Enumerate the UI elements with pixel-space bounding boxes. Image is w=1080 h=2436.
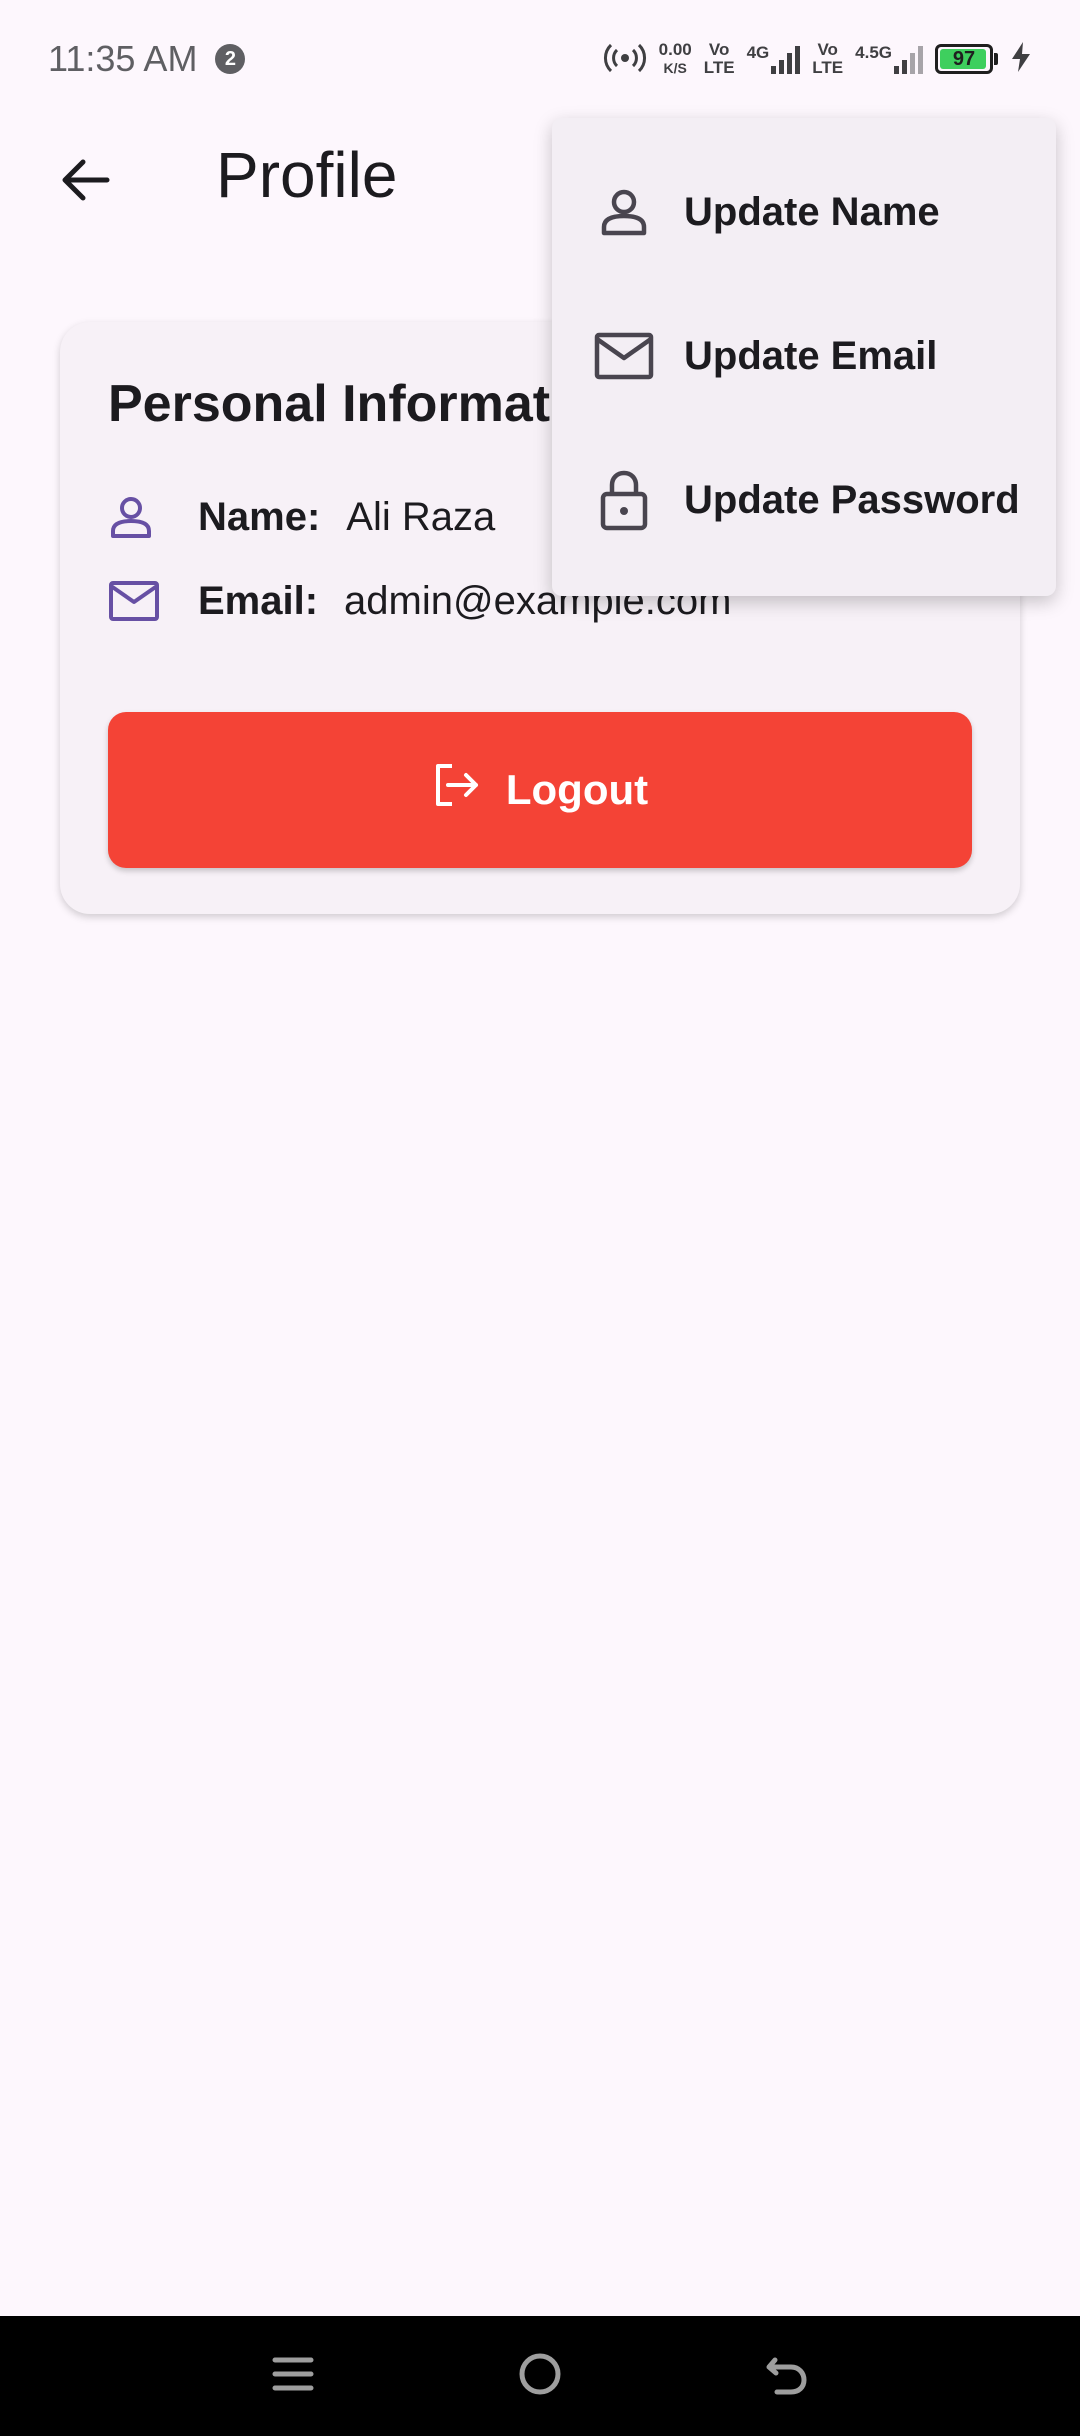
sim2-signal: 4.5G [855,44,923,74]
page-title: Profile [216,139,398,211]
arrow-left-icon [57,153,111,212]
person-icon [108,492,168,542]
menu-item-update-password[interactable]: Update Password [552,428,1056,572]
battery-icon: 97 [935,44,993,74]
menu-icon [271,2352,315,2401]
logout-label: Logout [505,766,649,813]
email-label: Email: [198,578,319,623]
sim2-volte: Vo LTE [812,41,843,77]
status-left: 11:35 AM 2 [48,38,246,80]
back-icon [763,2350,811,2403]
status-time: 11:35 AM [48,38,198,79]
mail-icon [594,326,654,386]
status-bar: 11:35 AM 2 0.00 K/S Vo LTE 4G Vo LTE 4.5… [0,0,1080,118]
hotspot-icon [603,40,647,79]
battery: 97 [935,44,998,74]
lock-icon [594,470,654,531]
battery-cap [994,53,998,65]
signal-bars-icon [894,44,923,74]
sim1-signal: 4G [747,44,801,74]
signal-bars-icon [771,44,801,74]
notification-count-badge: 2 [215,44,246,74]
menu-item-label: Update Name [684,189,940,234]
mail-icon [108,576,168,626]
sim2-network: 4.5G [855,43,892,62]
net-speed-value: 0.00 [658,40,692,59]
logout-button[interactable]: Logout [108,712,972,868]
logout-icon [432,762,482,818]
system-nav-bar [0,2316,1080,2436]
home-icon [516,2350,564,2403]
net-speed: 0.00 K/S [659,41,692,77]
name-row: Name: Ali Raza [108,492,495,542]
battery-level: 97 [952,47,976,70]
home-button[interactable] [495,2331,585,2421]
menu-item-label: Update Password [684,477,1020,522]
name-value: Ali Raza [346,494,496,539]
sim2-lte: LTE [812,58,844,77]
sim1-volte: Vo LTE [704,41,735,77]
status-right: 0.00 K/S Vo LTE 4G Vo LTE 4.5G 97 [603,40,1032,79]
sim1-network: 4G [746,43,770,62]
charging-icon [1010,41,1032,78]
menu-item-label: Update Email [684,333,938,378]
name-label: Name: [198,494,321,539]
net-speed-unit: K/S [663,60,687,76]
sim1-vo: Vo [708,40,730,59]
person-icon [594,182,654,242]
profile-options-menu: Update Name Update Email Update Password [552,118,1056,596]
sim2-vo: Vo [817,40,838,59]
menu-item-update-name[interactable]: Update Name [552,140,1056,284]
back-button[interactable] [44,142,124,222]
sim1-lte: LTE [703,58,735,77]
recents-button[interactable] [248,2331,338,2421]
menu-item-update-email[interactable]: Update Email [552,284,1056,428]
system-back-button[interactable] [742,2331,832,2421]
card-title: Personal Information [108,375,629,433]
